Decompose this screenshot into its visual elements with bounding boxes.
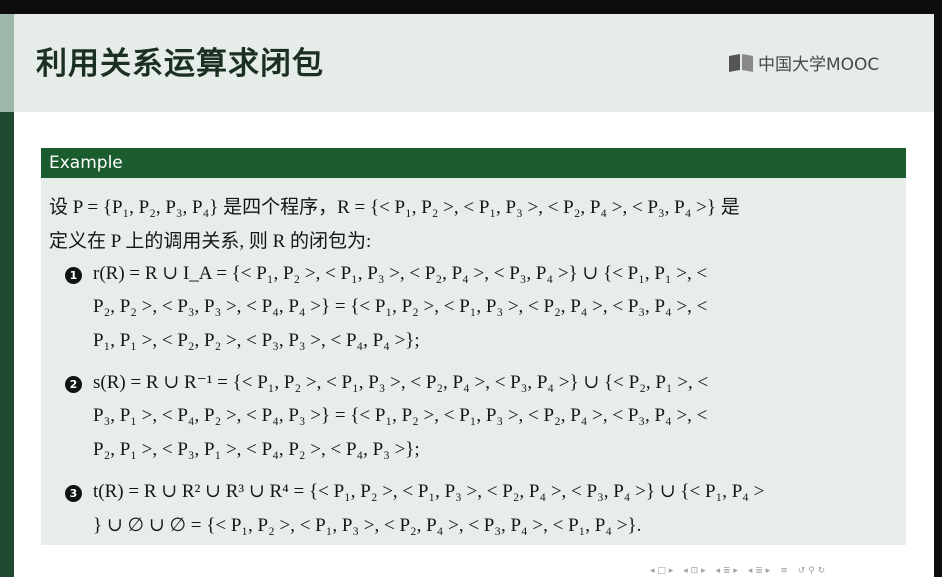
item-marker-3: 3	[65, 485, 82, 502]
formula-line: } ∪ ∅ ∪ ∅ = {< P₁, P₂ >, < P₁, P₃ >, < P…	[93, 515, 642, 536]
nav-outline-icon[interactable]: ≡	[780, 566, 788, 576]
nav-search-icon[interactable]: ↺ ⚲ ↻	[798, 566, 825, 576]
formula-line: P₃, P₁ >, < P₄, P₂ >, < P₄, P₃ >} = {< P…	[93, 405, 708, 426]
logo-text: 中国大学MOOC	[758, 55, 880, 75]
slide: 利用关系运算求闭包 中国大学MOOC Example 设 P = {P₁, P₂…	[0, 14, 934, 577]
mooc-logo: 中国大学MOOC	[728, 50, 879, 75]
nav-subsection-list-control[interactable]: ◂ ≣ ▸	[748, 566, 770, 576]
nav-frame-control[interactable]: ◂ □ ▸	[650, 566, 673, 576]
beamer-navigation: ◂ □ ▸ ◂ ⊡ ▸ ◂ ≣ ▸ ◂ ≣ ▸ ≡ ↺ ⚲ ↻	[650, 566, 825, 576]
intro-line: 定义在 P 上的调用关系, 则 R 的闭包为:	[49, 231, 372, 252]
example-block-title: Example	[41, 148, 906, 178]
slide-title: 利用关系运算求闭包	[36, 46, 324, 82]
formula-line: P₂, P₂ >, < P₃, P₃ >, < P₄, P₄ >} = {< P…	[93, 296, 708, 317]
left-accent-stripe	[0, 112, 14, 577]
formula-line: r(R) = R ∪ I_A = {< P₁, P₂ >, < P₁, P₃ >…	[93, 263, 708, 284]
example-block: Example 设 P = {P₁, P₂, P₃, P₄} 是四个程序，R =…	[41, 148, 906, 545]
item-marker-1: 1	[65, 267, 82, 284]
mooc-book-icon	[729, 53, 753, 72]
formula-line: P₂, P₁ >, < P₃, P₁ >, < P₄, P₂ >, < P₄, …	[93, 439, 420, 460]
intro-line: 设 P = {P₁, P₂, P₃, P₄} 是四个程序，R = {< P₁, …	[49, 197, 740, 218]
formula-line: t(R) = R ∪ R² ∪ R³ ∪ R⁴ = {< P₁, P₂ >, <…	[93, 481, 765, 502]
slide-header: 利用关系运算求闭包 中国大学MOOC	[0, 14, 934, 112]
formula-line: s(R) = R ∪ R⁻¹ = {< P₁, P₂ >, < P₁, P₃ >…	[93, 372, 709, 393]
nav-section-control[interactable]: ◂ ≣ ▸	[716, 566, 738, 576]
formula-line: P₁, P₁ >, < P₂, P₂ >, < P₃, P₃ >, < P₄, …	[93, 330, 420, 351]
header-accent-stripe	[0, 14, 14, 112]
item-marker-2: 2	[65, 376, 82, 393]
nav-subsection-control[interactable]: ◂ ⊡ ▸	[683, 566, 705, 576]
